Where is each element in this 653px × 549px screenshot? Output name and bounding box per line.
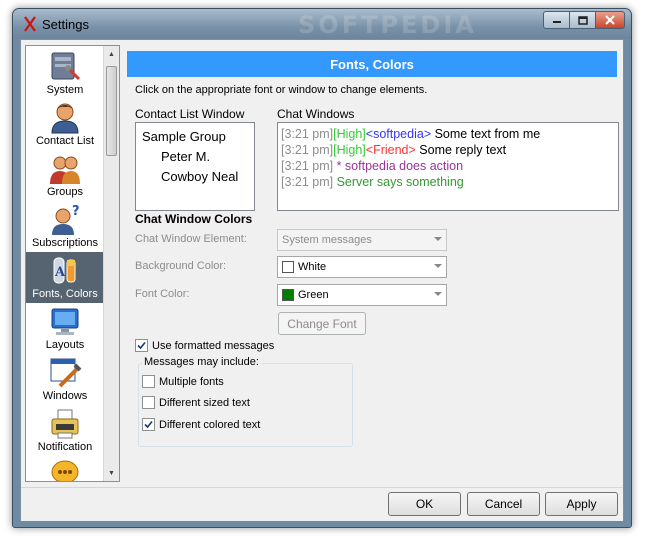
sidebar-item-label: Fonts, Colors	[32, 288, 98, 300]
contact-name[interactable]: Cowboy Neal	[161, 169, 238, 184]
chat-window-element-label: Chat Window Element:	[135, 233, 247, 245]
ok-button[interactable]: OK	[388, 492, 461, 516]
sidebar-item-label: Contact List	[35, 135, 95, 147]
chat-bubble-icon	[51, 460, 79, 481]
sidebar-item-label: Windows	[42, 390, 88, 402]
chevron-down-icon	[434, 237, 442, 241]
use-formatted-messages-checkbox[interactable]: Use formatted messages	[135, 339, 274, 352]
background-color-select[interactable]: White	[277, 256, 447, 278]
minimize-button[interactable]	[543, 11, 570, 29]
checkbox-box[interactable]	[135, 339, 148, 352]
color-swatch	[282, 261, 294, 273]
color-swatch	[282, 289, 294, 301]
change-font-button[interactable]: Change Font	[278, 312, 366, 335]
sidebar-item-contact-list[interactable]: Contact List	[26, 99, 104, 150]
page-title: Fonts, Colors	[127, 51, 617, 77]
notification-icon	[51, 409, 79, 439]
sidebar-item-system[interactable]: System	[26, 48, 104, 99]
messages-group-label: Messages may include:	[142, 356, 261, 368]
checkbox-box[interactable]	[142, 396, 155, 409]
sidebar-item-groups[interactable]: Groups	[26, 150, 104, 201]
groups-icon	[50, 156, 80, 184]
checkbox-box[interactable]	[142, 375, 155, 388]
fonts-colors-icon: A	[53, 257, 76, 284]
contact-list-window-label: Contact List Window	[135, 107, 245, 121]
multiple-fonts-checkbox[interactable]: Multiple fonts	[142, 375, 224, 388]
scroll-thumb[interactable]	[106, 66, 117, 156]
chat-window-colors-heading: Chat Window Colors	[135, 212, 253, 226]
close-button[interactable]	[595, 11, 625, 29]
svg-text:A: A	[54, 265, 66, 280]
windows-icon	[50, 358, 82, 388]
checkbox-box[interactable]	[142, 418, 155, 431]
group-name[interactable]: Sample Group	[142, 129, 226, 144]
category-list[interactable]: System Contact List Groups ? Subscriptio…	[25, 45, 120, 482]
chat-line[interactable]: [3:21 pm] * softpedia does action	[281, 159, 463, 173]
chevron-down-icon	[434, 264, 442, 268]
system-icon	[51, 52, 81, 81]
scroll-down-arrow-icon[interactable]: ▼	[104, 465, 119, 481]
window-title: Settings	[42, 17, 89, 32]
maximize-icon	[577, 15, 588, 25]
sidebar-item-fonts-colors[interactable]: A Fonts, Colors	[26, 252, 104, 303]
contact-list-preview[interactable]: Sample Group Peter M. Cowboy Neal	[135, 122, 255, 211]
sidebar-item-label: Groups	[46, 186, 84, 198]
svg-text:?: ?	[72, 204, 80, 219]
checkmark-icon	[144, 420, 153, 429]
different-colored-text-checkbox[interactable]: Different colored text	[142, 418, 260, 431]
scroll-up-arrow-icon[interactable]: ▲	[104, 46, 119, 62]
sidebar-item-label: Subscriptions	[31, 237, 99, 249]
chat-window-preview[interactable]: [3:21 pm][High]<softpedia> Some text fro…	[277, 122, 619, 211]
chat-line[interactable]: [3:21 pm] Server says something	[281, 175, 464, 189]
title-bar[interactable]: Settings SOFTPEDIA	[13, 9, 631, 39]
maximize-button[interactable]	[569, 11, 596, 29]
instruction-text: Click on the appropriate font or window …	[135, 84, 428, 96]
font-color-select[interactable]: Green	[277, 284, 447, 306]
sidebar-item-subscriptions[interactable]: ? Subscriptions	[26, 201, 104, 252]
sidebar-item-label: Layouts	[45, 339, 85, 351]
chat-line[interactable]: [3:21 pm][High]<softpedia> Some text fro…	[281, 127, 540, 141]
sidebar-item-chat[interactable]	[26, 456, 104, 481]
apply-button[interactable]: Apply	[545, 492, 618, 516]
sidebar-item-windows[interactable]: Windows	[26, 354, 104, 405]
sidebar-item-label: Notification	[37, 441, 93, 453]
subscriptions-icon: ?	[52, 204, 80, 235]
background-color-label: Background Color:	[135, 260, 227, 272]
sidebar-scrollbar[interactable]: ▲ ▼	[103, 46, 119, 481]
settings-content: System Contact List Groups ? Subscriptio…	[20, 39, 624, 521]
different-sized-text-checkbox[interactable]: Different sized text	[142, 396, 250, 409]
close-icon	[605, 15, 615, 25]
contact-name[interactable]: Peter M.	[161, 149, 210, 164]
layouts-icon	[51, 308, 79, 335]
app-logo-icon	[24, 16, 36, 32]
chevron-down-icon	[434, 292, 442, 296]
chat-line[interactable]: [3:21 pm][High]<Friend> Some reply text	[281, 143, 506, 157]
chat-window-element-select[interactable]: System messages	[277, 229, 447, 251]
checkmark-icon	[137, 341, 146, 350]
chat-windows-label: Chat Windows	[277, 107, 355, 121]
sidebar-item-notification[interactable]: Notification	[26, 405, 104, 456]
softpedia-watermark: SOFTPEDIA	[298, 11, 477, 39]
sidebar-item-layouts[interactable]: Layouts	[26, 303, 104, 354]
cancel-button[interactable]: Cancel	[467, 492, 540, 516]
font-color-label: Font Color:	[135, 288, 190, 300]
sidebar-item-label: System	[46, 84, 84, 96]
settings-window: Settings SOFTPEDIA System Contact List G…	[12, 8, 632, 528]
minimize-icon	[552, 21, 561, 23]
contact-list-icon	[51, 103, 79, 134]
